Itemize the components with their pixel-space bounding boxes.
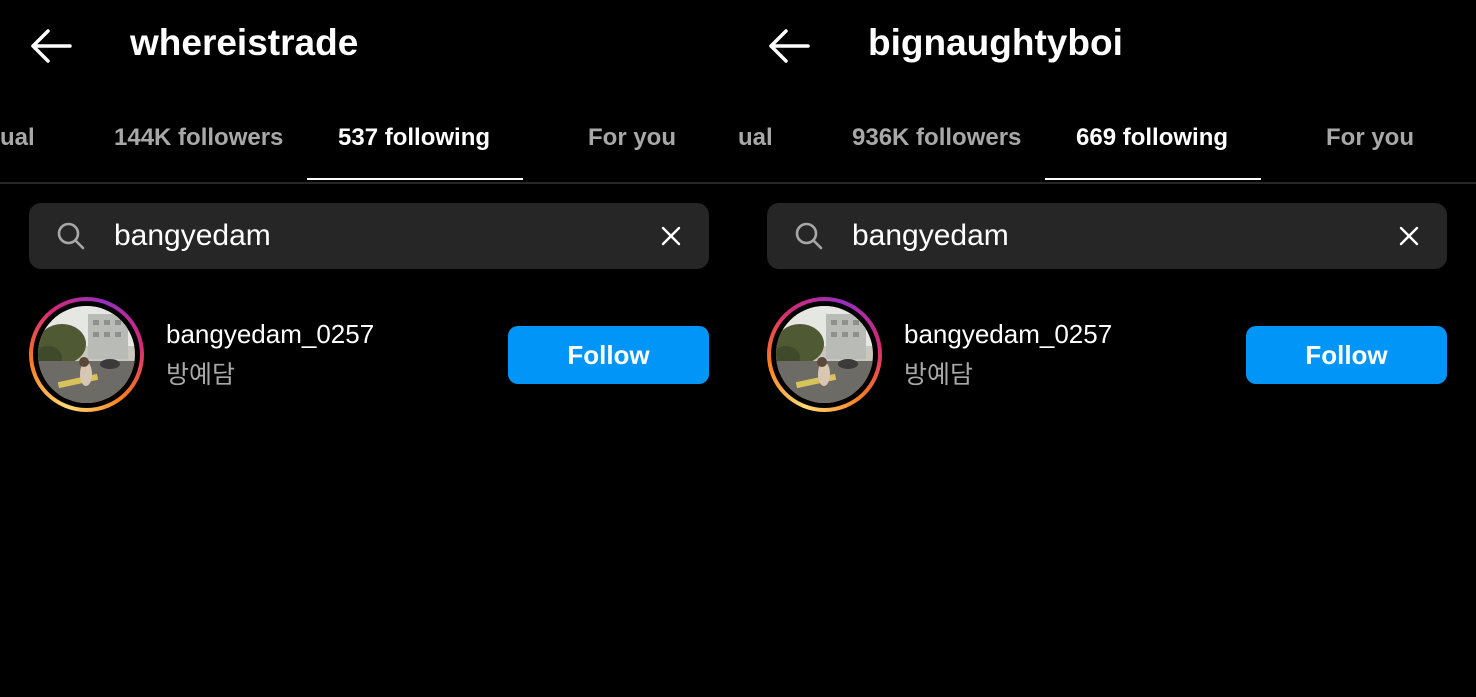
tab-divider — [738, 182, 1476, 184]
tab-mutual-partial[interactable]: ual — [738, 124, 773, 152]
search-bar — [29, 203, 709, 269]
tab-followers[interactable]: 936K followers — [852, 124, 1021, 152]
result-full-name: 방예담 — [904, 360, 974, 389]
avatar-story-ring — [767, 297, 882, 412]
search-input[interactable] — [852, 213, 1372, 259]
search-icon — [57, 222, 85, 250]
tab-following[interactable]: 669 following — [1076, 124, 1228, 152]
avatar[interactable] — [38, 306, 135, 403]
follow-button[interactable]: Follow — [1246, 326, 1447, 384]
tab-following[interactable]: 537 following — [338, 124, 490, 152]
avatar-story-ring — [29, 297, 144, 412]
search-result-row[interactable]: bangyedam_0257 방예담 Follow — [767, 297, 1447, 413]
right-panel: bignaughtyboi ual 936K followers 669 fol… — [738, 0, 1476, 697]
result-username: bangyedam_0257 — [166, 319, 375, 349]
profile-title: bignaughtyboi — [868, 22, 1123, 63]
search-bar — [767, 203, 1447, 269]
tab-followers[interactable]: 144K followers — [114, 124, 283, 152]
back-arrow-icon[interactable] — [766, 27, 810, 65]
search-input[interactable] — [114, 213, 634, 259]
result-full-name: 방예담 — [166, 360, 236, 389]
close-icon[interactable] — [1394, 221, 1424, 251]
tab-for-you[interactable]: For you — [588, 124, 676, 152]
back-arrow-icon[interactable] — [28, 27, 72, 65]
search-result-row[interactable]: bangyedam_0257 방예담 Follow — [29, 297, 709, 413]
active-tab-indicator — [307, 178, 523, 180]
tab-mutual-partial[interactable]: ual — [0, 124, 35, 152]
search-icon — [795, 222, 823, 250]
active-tab-indicator — [1045, 178, 1261, 180]
result-username: bangyedam_0257 — [904, 319, 1113, 349]
profile-title: whereistrade — [130, 22, 359, 63]
tab-for-you[interactable]: For you — [1326, 124, 1414, 152]
close-icon[interactable] — [656, 221, 686, 251]
left-panel: whereistrade ual 144K followers 537 foll… — [0, 0, 738, 697]
tab-divider — [0, 182, 738, 184]
avatar[interactable] — [776, 306, 873, 403]
follow-button[interactable]: Follow — [508, 326, 709, 384]
